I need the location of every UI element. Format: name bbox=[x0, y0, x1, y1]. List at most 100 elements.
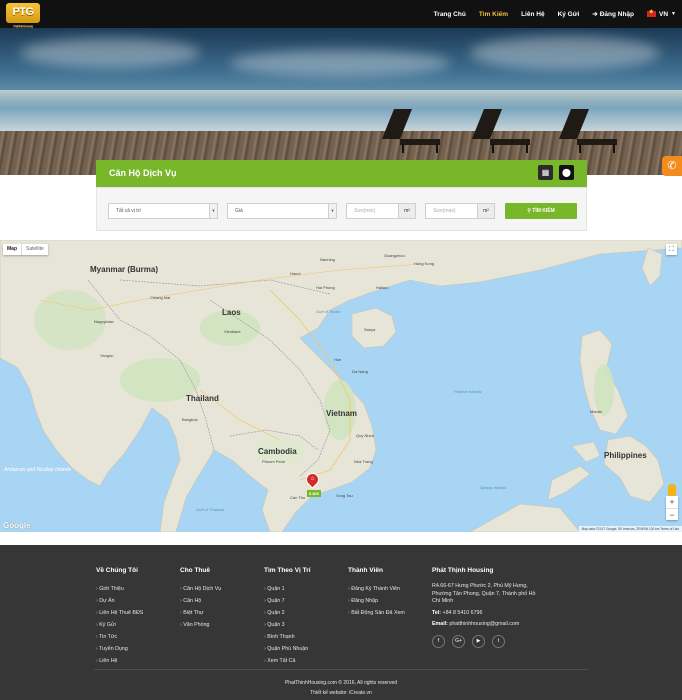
map-label-city: Hue bbox=[334, 357, 342, 362]
map-label-city: Vientiane bbox=[224, 329, 241, 334]
map-label-city: Can Tho bbox=[290, 495, 306, 500]
nav-login[interactable]: ➔ Đăng Nhập bbox=[592, 10, 635, 19]
footer-link[interactable]: Tin Tức bbox=[96, 631, 143, 643]
footer-link[interactable]: Bất Động Sản Đã Xem bbox=[348, 607, 405, 619]
footer-link[interactable]: Bình Thạnh bbox=[264, 631, 311, 643]
footer-link[interactable]: Quận Phú Nhuận bbox=[264, 643, 311, 655]
site-footer: Về Chúng Tôi Giới Thiệu Dự Án Liên Hệ Th… bbox=[0, 545, 682, 700]
map-label-country: Thailand bbox=[186, 394, 219, 403]
map-label-city: Chiang Mai bbox=[150, 295, 171, 300]
footer-link[interactable]: Xem Tất Cả bbox=[264, 655, 311, 667]
footer-heading: Về Chúng Tôi bbox=[96, 567, 138, 574]
footer-link[interactable]: Quận 2 bbox=[264, 607, 311, 619]
grid-icon: ▦ bbox=[541, 168, 550, 177]
phone-value[interactable]: +84 8 5410 6796 bbox=[443, 610, 483, 616]
footer-link[interactable]: Đăng Nhập bbox=[348, 595, 405, 607]
map-land-layer bbox=[0, 240, 682, 532]
nav-login-label: Đăng Nhập bbox=[599, 10, 635, 18]
map-label-city: Nanning bbox=[320, 257, 335, 262]
size-max-input[interactable]: Size(max) m² bbox=[425, 203, 495, 219]
login-icon: ➔ bbox=[592, 11, 598, 18]
lounge-chair bbox=[381, 109, 440, 153]
map-label-city: Naypyidaw bbox=[94, 319, 114, 324]
language-selector[interactable]: VN▼ bbox=[647, 9, 676, 18]
google-plus-icon[interactable]: G+ bbox=[452, 634, 465, 648]
footer-link[interactable]: Tuyển Dụng bbox=[96, 643, 143, 655]
footer-link[interactable]: Liên Hệ bbox=[96, 655, 143, 667]
zoom-control: + − bbox=[666, 496, 678, 520]
footer-heading: Phát Thịnh Housing bbox=[432, 567, 494, 574]
location-select[interactable]: Tất cả vị trí ▼ bbox=[108, 203, 218, 219]
footer-location: Tìm Theo Vị Trí Quận 1 Quận 7 Quận 2 Quậ… bbox=[264, 567, 311, 667]
google-map[interactable]: Map Satellite ⛶ + − Google Map data ©201… bbox=[0, 240, 682, 532]
map-label-sea: Gulf of Tonkin bbox=[316, 309, 341, 314]
footer-link[interactable]: Quận 3 bbox=[264, 619, 311, 631]
footer-link[interactable]: Biệt Thự bbox=[180, 607, 221, 619]
footer-link[interactable]: Quận 1 bbox=[264, 583, 311, 595]
nav-consign[interactable]: Ký Gửi bbox=[558, 11, 580, 18]
nav-contact[interactable]: Liên Hệ bbox=[521, 11, 544, 18]
footer-heading: Cho Thuê bbox=[180, 567, 210, 574]
fullscreen-button[interactable]: ⛶ bbox=[666, 244, 677, 255]
youtube-icon[interactable]: ▶ bbox=[472, 634, 485, 648]
property-marker[interactable]: ⌂ $ 800 bbox=[303, 470, 322, 497]
footer-link[interactable]: Ký Gửi bbox=[96, 619, 143, 631]
map-label-city: Haikou bbox=[376, 285, 389, 290]
map-label-city: Phnom Penh bbox=[262, 459, 286, 464]
nav-search[interactable]: Tìm Kiếm bbox=[479, 11, 508, 18]
designer-credit[interactable]: Thiết kế website: iCreate.vn bbox=[0, 688, 682, 698]
copyright: PhatThinhHousing.com © 2016, All rights … bbox=[0, 678, 682, 698]
footer-link[interactable]: Văn Phòng bbox=[180, 619, 221, 631]
map-attribution[interactable]: Map data ©2017 Google, SK telecom, ZENRI… bbox=[578, 526, 682, 532]
company-phone: Tel: +84 8 5410 6796 bbox=[432, 610, 544, 618]
grid-view-button[interactable]: ▦ bbox=[538, 165, 553, 180]
footer-link[interactable]: Dự Án bbox=[96, 595, 143, 607]
email-label: Email: bbox=[432, 621, 448, 627]
price-select[interactable]: Giá ▼ bbox=[227, 203, 337, 219]
lounge-chair bbox=[558, 109, 617, 153]
footer-link[interactable]: Giới Thiệu bbox=[96, 583, 143, 595]
top-navbar: PTG Phat Thinh Housing Trang Chủ Tìm Kiếm… bbox=[0, 0, 682, 28]
cloud bbox=[470, 36, 660, 70]
street-view-pegman-icon[interactable] bbox=[668, 484, 676, 496]
map-label-country: Laos bbox=[222, 308, 241, 317]
footer-heading: Thành Viên bbox=[348, 567, 383, 574]
size-min-input[interactable]: Size(min) m² bbox=[346, 203, 416, 219]
phone-call-button[interactable]: ✆ bbox=[662, 156, 682, 176]
map-view-button[interactable]: ⬤ bbox=[559, 165, 574, 180]
search-form: Tất cả vị trí ▼ Giá ▼ Size(min) m² Size(max… bbox=[96, 187, 587, 231]
map-type-map[interactable]: Map bbox=[3, 244, 21, 255]
location-select-value: Tất cả vị trí bbox=[116, 208, 141, 214]
email-value[interactable]: phatthinhhousing@gmail.com bbox=[449, 621, 519, 627]
footer-link[interactable]: Căn Hộ bbox=[180, 595, 221, 607]
map-label-country: Vietnam bbox=[326, 409, 357, 418]
footer-rent: Cho Thuê Căn Hộ Dịch Vụ Căn Hộ Biệt Thự … bbox=[180, 567, 221, 631]
sea-horizon bbox=[0, 90, 682, 108]
cloud bbox=[20, 38, 200, 68]
twitter-icon[interactable]: t bbox=[492, 634, 505, 648]
map-label-city: Nha Trang bbox=[354, 459, 373, 464]
map-label-city: Quy Nhon bbox=[356, 433, 375, 438]
site-logo[interactable]: PTG Phat Thinh Housing bbox=[6, 3, 40, 28]
fullscreen-icon: ⛶ bbox=[669, 246, 674, 253]
map-type-control: Map Satellite bbox=[3, 244, 48, 255]
facebook-icon[interactable]: f bbox=[432, 634, 445, 648]
zoom-out-button[interactable]: − bbox=[666, 508, 678, 520]
search-button[interactable]: ⚲ TÌM KIẾM bbox=[505, 203, 577, 219]
map-label-city: Hong Kong bbox=[414, 261, 435, 266]
map-label-sea: Paracel Islands bbox=[454, 389, 482, 394]
cloud bbox=[230, 50, 450, 76]
lounge-chair bbox=[471, 109, 530, 153]
footer-link[interactable]: Quận 7 bbox=[264, 595, 311, 607]
map-pin-icon: ⌂ bbox=[303, 470, 322, 489]
footer-link[interactable]: Đăng Ký Thành Viên bbox=[348, 583, 405, 595]
company-email: Email: phatthinhhousing@gmail.com bbox=[432, 621, 544, 629]
hero-banner bbox=[0, 28, 682, 175]
footer-link[interactable]: Liên Hệ Thuê BĐS bbox=[96, 607, 143, 619]
zoom-in-button[interactable]: + bbox=[666, 496, 678, 508]
map-label-city: Da Nang bbox=[352, 369, 368, 374]
nav-home[interactable]: Trang Chủ bbox=[434, 11, 466, 18]
map-label-city: Manila bbox=[590, 409, 602, 414]
footer-link[interactable]: Căn Hộ Dịch Vụ bbox=[180, 583, 221, 595]
map-type-satellite[interactable]: Satellite bbox=[21, 244, 48, 255]
